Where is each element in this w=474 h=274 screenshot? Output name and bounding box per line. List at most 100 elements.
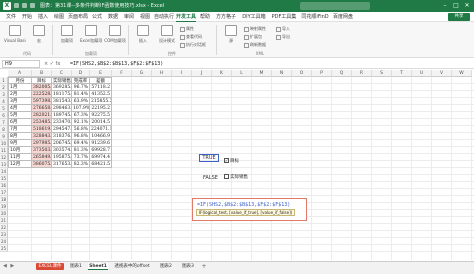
undo-icon[interactable] bbox=[22, 3, 27, 8]
table-cell[interactable]: 518619.0 bbox=[32, 126, 52, 133]
addins-button[interactable]: 加载项 bbox=[56, 25, 78, 49]
column-header[interactable]: T bbox=[392, 70, 412, 77]
search-box[interactable] bbox=[300, 2, 370, 10]
view-code-button[interactable]: 查看代码 bbox=[180, 34, 202, 40]
row-header[interactable]: 15 bbox=[0, 175, 8, 182]
table-header-cell[interactable]: 月份 bbox=[8, 77, 32, 84]
table-cell[interactable]: 107.9% bbox=[72, 105, 90, 112]
table-cell[interactable]: 195875.2 bbox=[52, 154, 72, 161]
tab-automate[interactable]: 自动执行 bbox=[154, 12, 174, 22]
table-cell[interactable]: 67.3% bbox=[72, 112, 90, 119]
column-header[interactable]: S bbox=[372, 70, 392, 77]
map-properties-button[interactable]: 映射属性 bbox=[244, 26, 266, 32]
row-header[interactable]: 20 bbox=[0, 210, 8, 217]
import-button[interactable]: 导入 bbox=[276, 26, 290, 32]
tab-data[interactable]: 数据 bbox=[106, 12, 120, 22]
formula-edit-box[interactable]: =IF(SHS2,$B$2:$B$13,$F$2:$F$13) IF(logic… bbox=[192, 198, 307, 221]
table-cell[interactable]: 68421.5 bbox=[90, 161, 112, 168]
row-header[interactable]: 10 bbox=[0, 140, 8, 147]
column-header[interactable]: B bbox=[32, 70, 52, 77]
table-cell[interactable]: 318376.2 bbox=[52, 133, 72, 140]
column-header[interactable]: K bbox=[212, 70, 232, 77]
visual-basic-button[interactable]: Visual Basic bbox=[4, 25, 26, 49]
row-header[interactable]: 13 bbox=[0, 161, 8, 168]
column-header[interactable]: L bbox=[232, 70, 252, 77]
tab-help[interactable]: 帮助 bbox=[198, 12, 212, 22]
macros-button[interactable]: 宏 bbox=[28, 25, 50, 49]
checkbox-actual-sales[interactable]: 实际销售 bbox=[224, 174, 248, 181]
table-cell[interactable]: 96.8% bbox=[72, 133, 90, 140]
worksheet-grid[interactable]: ABCDEFGHIJKLMNOPQRSTUVW 1 2 3 4 5 6 7 8 9 10 11 12 1… bbox=[0, 70, 474, 260]
column-header[interactable]: D bbox=[72, 70, 90, 77]
table-cell[interactable]: 294547.9 bbox=[52, 126, 72, 133]
row-header[interactable]: 18 bbox=[0, 196, 8, 203]
table-cell[interactable]: 381543.4 bbox=[52, 98, 72, 105]
table-cell[interactable]: 4月 bbox=[8, 105, 32, 112]
table-cell[interactable]: 22195.2 bbox=[90, 105, 112, 112]
row-header[interactable]: 23 bbox=[0, 231, 8, 238]
true-value-cell[interactable]: TRUE bbox=[199, 154, 219, 162]
tab-home[interactable]: 开始 bbox=[20, 12, 34, 22]
table-cell[interactable]: 265849.6 bbox=[32, 154, 52, 161]
row-header[interactable]: 5 bbox=[0, 105, 8, 112]
row-header[interactable]: 16 bbox=[0, 182, 8, 189]
tab-ffgz[interactable]: 方方格子 bbox=[214, 12, 238, 22]
table-cell[interactable]: 73.7% bbox=[72, 154, 90, 161]
table-cell[interactable]: 69.4% bbox=[72, 140, 90, 147]
row-header[interactable]: 7 bbox=[0, 119, 8, 126]
column-header[interactable]: C bbox=[52, 70, 72, 77]
row-header[interactable]: 25 bbox=[0, 245, 8, 252]
tab-diy-toolbox[interactable]: DIY工具箱 bbox=[240, 12, 268, 22]
table-cell[interactable]: 3月 bbox=[8, 98, 32, 105]
expansion-packs-button[interactable]: 扩展包 bbox=[244, 34, 262, 40]
tab-insert[interactable]: 插入 bbox=[36, 12, 50, 22]
table-cell[interactable]: 69928.7 bbox=[90, 147, 112, 154]
table-cell[interactable]: 328843.1 bbox=[32, 133, 52, 140]
maximize-button[interactable]: □ bbox=[451, 2, 461, 10]
sheet-tab-sheet1[interactable]: Sheet1 bbox=[88, 263, 108, 270]
tab-page-layout[interactable]: 页面布局 bbox=[68, 12, 88, 22]
column-header[interactable]: F bbox=[112, 70, 132, 77]
table-cell[interactable]: 41352.5 bbox=[90, 91, 112, 98]
export-button[interactable]: 导出 bbox=[276, 34, 290, 40]
table-cell[interactable]: 9月 bbox=[8, 140, 32, 147]
row-header[interactable]: 3 bbox=[0, 91, 8, 98]
design-mode-button[interactable]: 设计模式 bbox=[156, 25, 178, 49]
refresh-data-button[interactable]: 刷新数据 bbox=[244, 42, 266, 48]
table-header-cell[interactable]: 完成率 bbox=[72, 77, 90, 84]
table-cell[interactable]: 2月 bbox=[8, 91, 32, 98]
sheet-tab-excel-course[interactable]: EXCEL课件 bbox=[36, 263, 64, 270]
table-header-cell[interactable]: 实际销售 bbox=[52, 77, 72, 84]
table-cell[interactable]: 597398.7 bbox=[32, 98, 52, 105]
formula-buttons[interactable]: × ✓ fx bbox=[44, 60, 66, 68]
table-cell[interactable]: 303574.5 bbox=[52, 147, 72, 154]
table-cell[interactable]: 96.7% bbox=[72, 84, 90, 91]
table-cell[interactable]: 222528.2 bbox=[32, 91, 52, 98]
table-cell[interactable]: 56.8% bbox=[72, 126, 90, 133]
name-box[interactable]: H9 bbox=[2, 60, 40, 68]
column-header[interactable]: U bbox=[412, 70, 432, 77]
table-cell[interactable]: 11月 bbox=[8, 154, 32, 161]
tab-pdf-tools[interactable]: PDF工具集 bbox=[270, 12, 298, 22]
table-cell[interactable]: 10466.9 bbox=[90, 133, 112, 140]
table-cell[interactable]: 181175.7 bbox=[52, 91, 72, 98]
minimize-button[interactable]: – bbox=[440, 2, 450, 10]
table-cell[interactable]: 386075.3 bbox=[32, 161, 52, 168]
run-dialog-button[interactable]: 执行对话框 bbox=[180, 42, 206, 48]
table-cell[interactable]: 1月 bbox=[8, 84, 32, 91]
share-button[interactable]: 共享 bbox=[448, 13, 470, 21]
column-header[interactable]: R bbox=[352, 70, 372, 77]
column-header[interactable]: V bbox=[432, 70, 452, 77]
checkbox-target[interactable]: ✓ 目标 bbox=[224, 158, 239, 165]
column-header[interactable]: O bbox=[292, 70, 312, 77]
tab-view[interactable]: 视图 bbox=[138, 12, 152, 22]
row-header[interactable]: 6 bbox=[0, 112, 8, 119]
row-header[interactable]: 24 bbox=[0, 238, 8, 245]
table-cell[interactable]: 10月 bbox=[8, 147, 32, 154]
row-header[interactable]: 9 bbox=[0, 133, 8, 140]
table-cell[interactable]: 317653.8 bbox=[52, 161, 72, 168]
table-cell[interactable]: 297985.0 bbox=[32, 140, 52, 147]
table-cell[interactable]: 215855.3 bbox=[90, 98, 112, 105]
column-header[interactable]: Q bbox=[332, 70, 352, 77]
table-cell[interactable]: 12月 bbox=[8, 161, 32, 168]
